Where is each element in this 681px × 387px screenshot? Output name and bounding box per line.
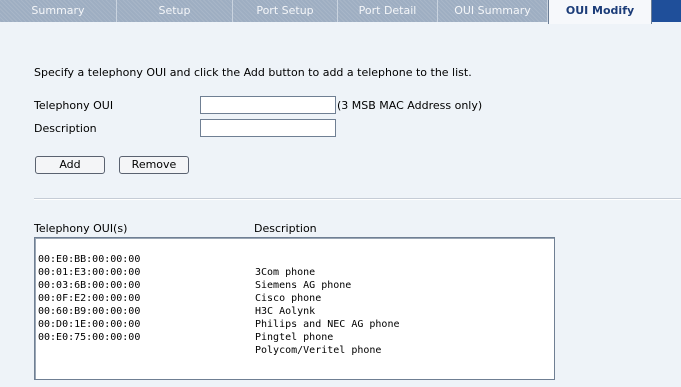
description-input[interactable]: [200, 119, 336, 137]
tab-bar: Summary Setup Port Setup Port Detail OUI…: [0, 0, 681, 24]
list-item[interactable]: 00:E0:75:00:00:00 Polycom/Veritel phone: [35, 318, 554, 356]
list-item[interactable]: 00:03:6B:00:00:00 Cisco phone: [35, 266, 554, 304]
list-item[interactable]: 00:60:B9:00:00:00 Philips and NEC AG pho…: [35, 292, 554, 330]
list-item-description: Polycom/Veritel phone: [255, 345, 382, 356]
telephony-oui-input[interactable]: [200, 96, 336, 114]
tab-oui-modify[interactable]: OUI Modify: [548, 0, 652, 24]
tab-port-setup[interactable]: Port Setup: [233, 0, 338, 22]
list-item-oui: 00:E0:75:00:00:00: [38, 332, 141, 343]
list-item[interactable]: 00:E0:BB:00:00:00 3Com phone: [35, 240, 554, 278]
tab-setup[interactable]: Setup: [117, 0, 233, 22]
tab-oui-summary[interactable]: OUI Summary: [438, 0, 548, 22]
telephony-oui-label: Telephony OUI: [34, 99, 114, 112]
tab-bar-accent: [652, 0, 681, 22]
tab-port-detail[interactable]: Port Detail: [338, 0, 438, 22]
list-item-description: Pingtel phone: [255, 332, 334, 343]
list-item[interactable]: 00:D0:1E:00:00:00 Pingtel phone: [35, 305, 554, 343]
add-button[interactable]: Add: [35, 156, 105, 174]
telephony-oui-column-header: Telephony OUI(s): [34, 222, 128, 235]
remove-button[interactable]: Remove: [119, 156, 189, 174]
tab-summary[interactable]: Summary: [0, 0, 117, 22]
telephony-oui-listbox[interactable]: 00:E0:BB:00:00:00 3Com phone 00:01:E3:00…: [34, 237, 555, 380]
section-divider: [34, 198, 681, 200]
list-item[interactable]: 00:01:E3:00:00:00 Siemens AG phone: [35, 253, 554, 291]
telephony-oui-hint: (3 MSB MAC Address only): [337, 99, 483, 112]
description-column-header: Description: [254, 222, 317, 235]
instruction-text: Specify a telephony OUI and click the Ad…: [34, 66, 472, 79]
list-item[interactable]: 00:0F:E2:00:00:00 H3C Aolynk: [35, 279, 554, 317]
description-label: Description: [34, 122, 97, 135]
